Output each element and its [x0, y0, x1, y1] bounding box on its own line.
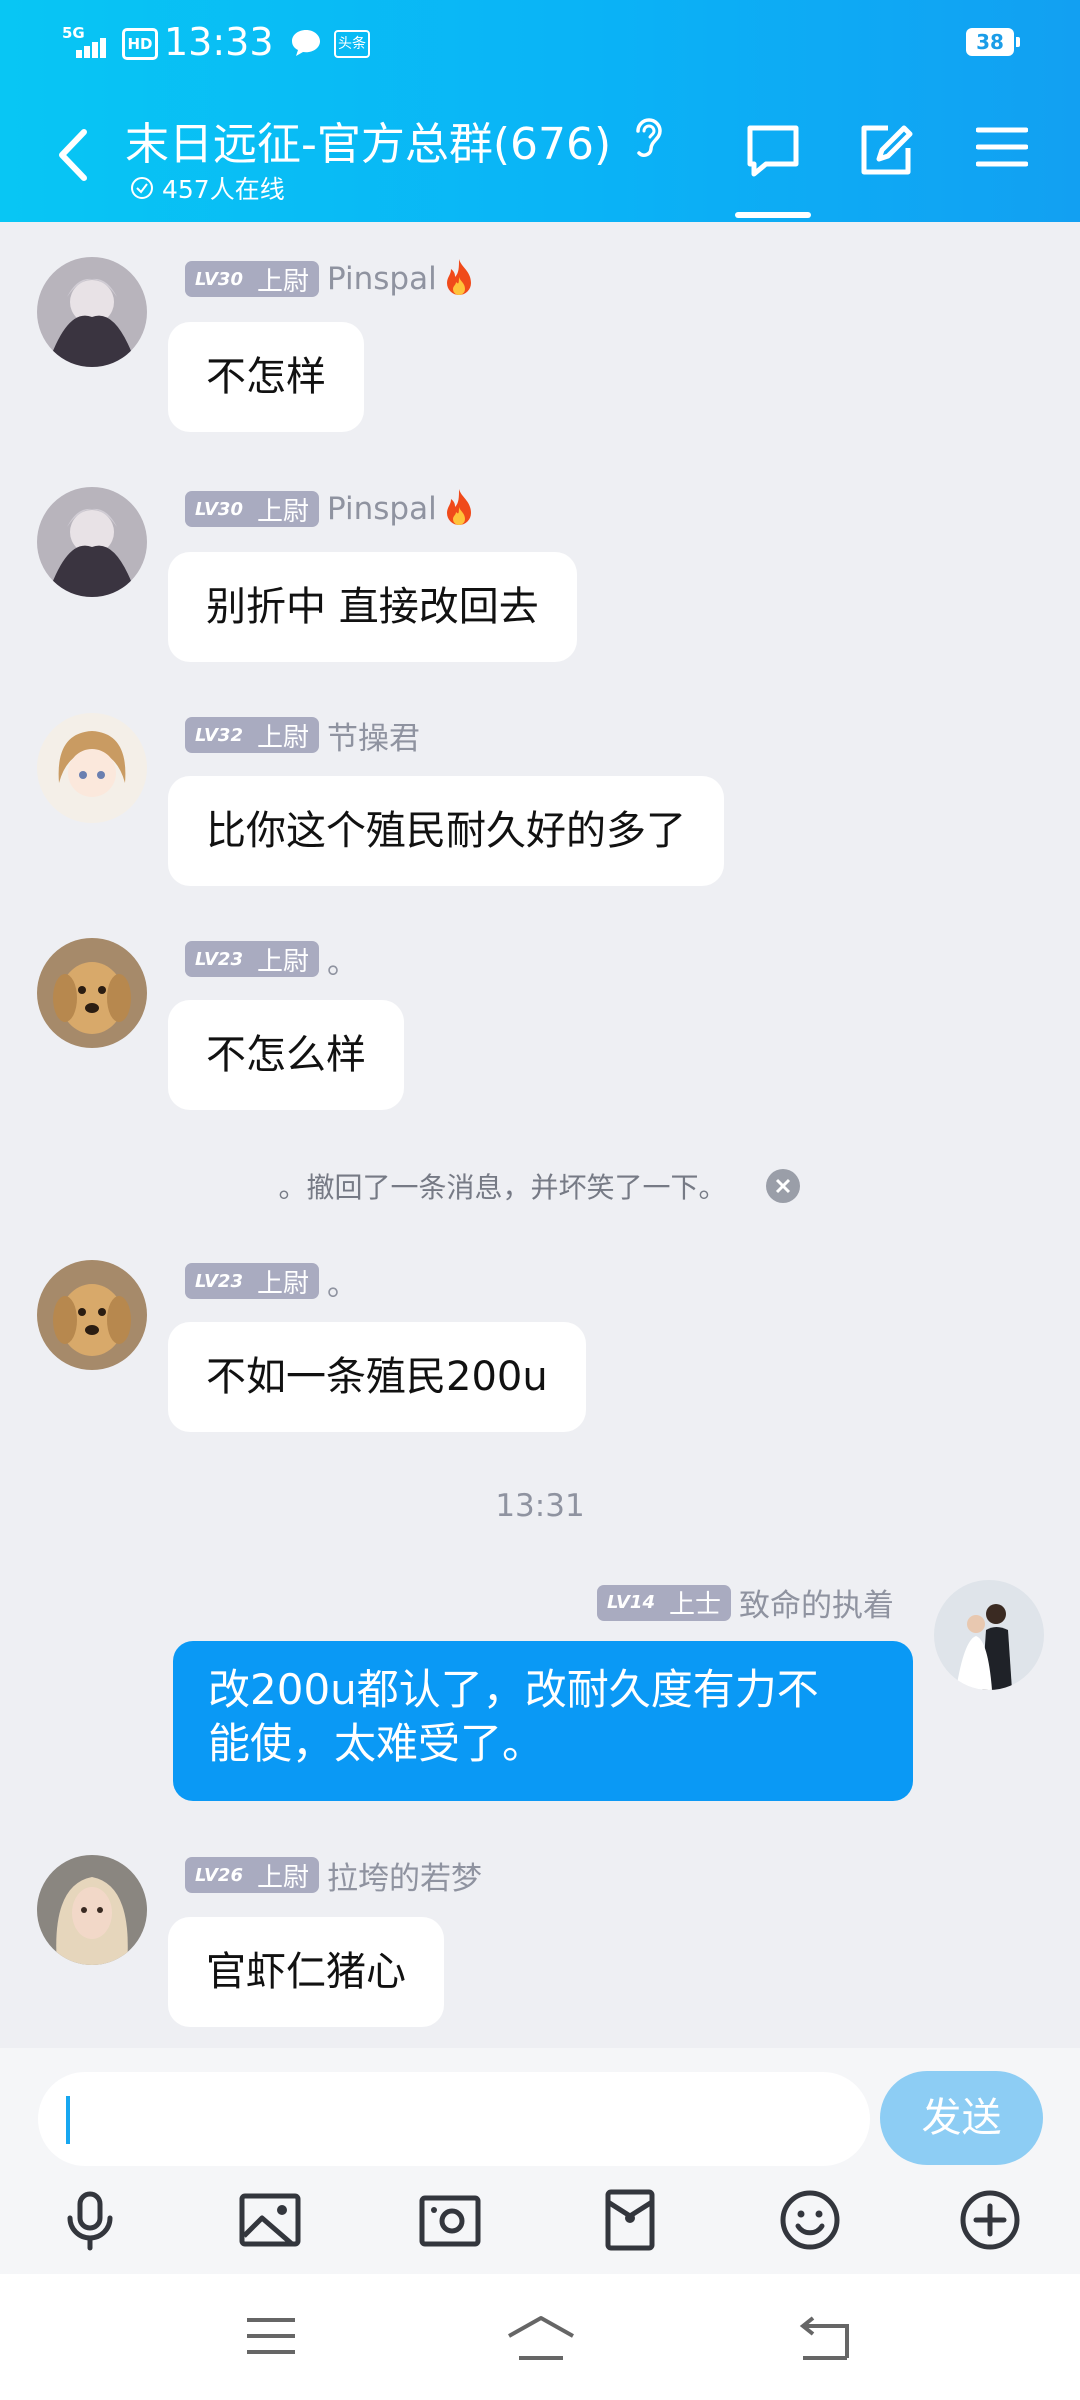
message-meta: LV23 上尉 。 [185, 937, 358, 982]
edit-icon[interactable] [858, 122, 914, 182]
status-time: 13:33 [164, 20, 274, 64]
sender-name[interactable]: 。 [327, 1259, 358, 1304]
menu-icon[interactable] [975, 122, 1029, 176]
emoji-icon[interactable] [778, 2188, 842, 2252]
level-badge: LV32 上尉 [185, 717, 319, 753]
level-badge: LV26 上尉 [185, 1857, 319, 1893]
flame-icon [441, 257, 477, 301]
nav-home-icon[interactable] [505, 2314, 577, 2366]
sender-name[interactable]: Pinspal [327, 261, 437, 297]
network-label: 5G [62, 24, 85, 42]
chat-header: 5G HD 13:33 头条 38 末日远征-官方总群(676) 457人在线 [0, 0, 1080, 222]
battery-icon: 38 [966, 28, 1020, 56]
level-badge: LV30 上尉 [185, 261, 319, 297]
recall-notice: 。撤回了一条消息，并坏笑了一下。 [0, 1166, 1080, 1211]
chat-icon[interactable] [744, 122, 802, 182]
timestamp: 13:31 [495, 1488, 585, 1524]
my-message-bubble[interactable]: 改200u都认了，改耐久度有力不 能使，太难受了。 [173, 1641, 913, 1801]
check-circle-icon [131, 177, 153, 199]
message-meta: LV26 上尉 拉垮的若梦 [185, 1853, 482, 1898]
message-meta: LV23 上尉 。 [185, 1259, 358, 1304]
ear-icon[interactable] [632, 115, 666, 169]
active-tab-indicator [735, 212, 811, 218]
sender-name[interactable]: Pinspal [327, 491, 437, 527]
message-meta: LV32 上尉 节操君 [185, 713, 420, 758]
sender-name[interactable]: 节操君 [327, 713, 420, 758]
group-title[interactable]: 末日远征-官方总群(676) [125, 108, 611, 172]
level-badge: LV30 上尉 [185, 491, 319, 527]
level-badge: LV23 上尉 [185, 1263, 319, 1299]
avatar[interactable] [37, 938, 147, 1048]
hd-icon: HD [122, 28, 158, 60]
red-packet-icon[interactable] [598, 2188, 662, 2252]
nav-menu-icon[interactable] [245, 2314, 297, 2362]
message-bubble[interactable]: 不怎么样 [168, 1000, 404, 1110]
message-input[interactable] [38, 2072, 870, 2166]
send-button[interactable]: 发送 [880, 2071, 1043, 2165]
sender-name[interactable]: 致命的执着 [739, 1580, 894, 1625]
mic-icon[interactable] [58, 2188, 122, 2252]
avatar[interactable] [37, 487, 147, 597]
avatar[interactable] [37, 257, 147, 367]
message-bubble[interactable]: 比你这个殖民耐久好的多了 [168, 776, 724, 886]
sender-name[interactable]: 拉垮的若梦 [327, 1853, 482, 1898]
camera-icon[interactable] [418, 2188, 482, 2252]
news-icon: 头条 [334, 30, 370, 58]
notification-chat-icon [290, 28, 322, 62]
image-icon[interactable] [238, 2188, 302, 2252]
message-bubble[interactable]: 不如一条殖民200u [168, 1322, 586, 1432]
avatar[interactable] [37, 1260, 147, 1370]
system-nav-bar [0, 2274, 1080, 2400]
recall-notice-text: 。撤回了一条消息，并坏笑了一下。 [278, 1171, 727, 1204]
my-message-line: 能使，太难受了。 [208, 1719, 545, 1768]
my-message-line: 改200u都认了，改耐久度有力不 [208, 1665, 819, 1714]
level-badge: LV23 上尉 [185, 941, 319, 977]
online-status: 457人在线 [130, 170, 285, 206]
message-meta: LV30 上尉 Pinspal [185, 489, 477, 529]
status-bar: 5G HD 13:33 头条 38 [0, 0, 1080, 86]
online-count: 457人在线 [162, 175, 285, 204]
message-meta: LV14 上士 致命的执着 [597, 1580, 894, 1625]
my-avatar[interactable] [934, 1580, 1044, 1690]
level-badge: LV14 上士 [597, 1584, 731, 1621]
message-bubble[interactable]: 不怎样 [168, 322, 364, 432]
back-icon[interactable] [52, 124, 96, 186]
input-area: 发送 [0, 2048, 1080, 2274]
avatar[interactable] [37, 1855, 147, 1965]
plus-icon[interactable] [958, 2188, 1022, 2252]
signal-icon: 5G [62, 24, 110, 60]
close-icon[interactable] [765, 1168, 801, 1211]
message-meta: LV30 上尉 Pinspal [185, 259, 477, 299]
avatar[interactable] [37, 713, 147, 823]
sender-name[interactable]: 。 [327, 937, 358, 982]
message-bubble[interactable]: 官虾仁猪心 [168, 1917, 444, 2027]
message-bubble[interactable]: 别折中 直接改回去 [168, 552, 577, 662]
flame-icon [441, 487, 477, 531]
nav-back-icon[interactable] [795, 2314, 851, 2366]
text-caret [66, 2096, 70, 2144]
